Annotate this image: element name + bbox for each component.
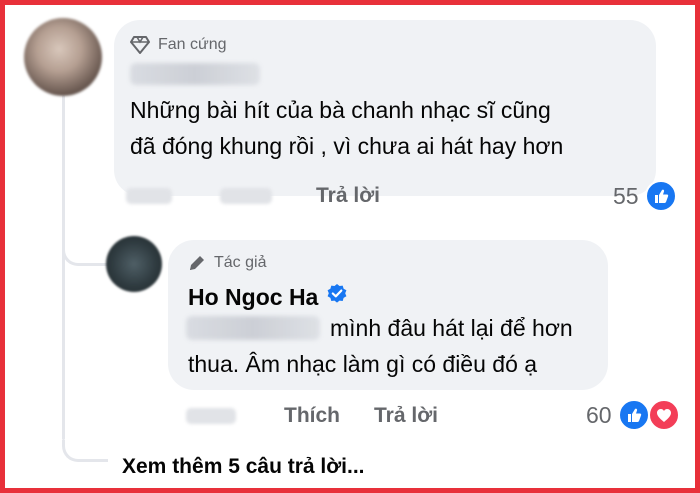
- commenter-name[interactable]: [130, 63, 260, 85]
- reaction-count: 60: [586, 401, 612, 428]
- more-replies-connector: [62, 440, 108, 462]
- comment-actions: Trả lời: [126, 184, 380, 208]
- like-icon: [617, 399, 650, 431]
- badge-label: Tác giả: [214, 254, 267, 271]
- like-action[interactable]: [220, 188, 272, 204]
- reply-button[interactable]: Trả lời: [374, 404, 438, 428]
- reaction-summary[interactable]: 60: [586, 399, 680, 431]
- reaction-summary[interactable]: 55: [613, 180, 677, 212]
- reply-button[interactable]: Trả lời: [316, 184, 380, 208]
- author-badge[interactable]: Tác giả: [188, 254, 266, 272]
- reply-actions: Thích Trả lời: [186, 404, 438, 428]
- thread-line: [62, 95, 65, 440]
- view-more-replies-link[interactable]: Xem thêm 5 câu trả lời...: [122, 455, 365, 479]
- like-icon: [644, 180, 677, 212]
- avatar[interactable]: [106, 236, 162, 292]
- verified-icon: [326, 283, 348, 311]
- fan-badge[interactable]: Fan cứng: [130, 36, 227, 54]
- badge-label: Fan cứng: [158, 36, 227, 53]
- reply-time[interactable]: [186, 408, 236, 424]
- reply-connector: [62, 244, 108, 266]
- reply-text: mình đâu hát lại để hơn thua. Âm nhạc là…: [188, 315, 573, 377]
- avatar[interactable]: [24, 18, 102, 96]
- comment-text: Những bài hít của bà chanh nhạc sĩ cũng …: [130, 97, 564, 159]
- pen-icon: [188, 254, 206, 272]
- author-name[interactable]: Ho Ngoc Ha: [188, 283, 348, 311]
- comment-time[interactable]: [126, 188, 172, 204]
- reaction-count: 55: [613, 182, 639, 209]
- like-button[interactable]: Thích: [284, 404, 340, 428]
- diamond-icon: [130, 36, 150, 54]
- heart-icon: [647, 399, 680, 431]
